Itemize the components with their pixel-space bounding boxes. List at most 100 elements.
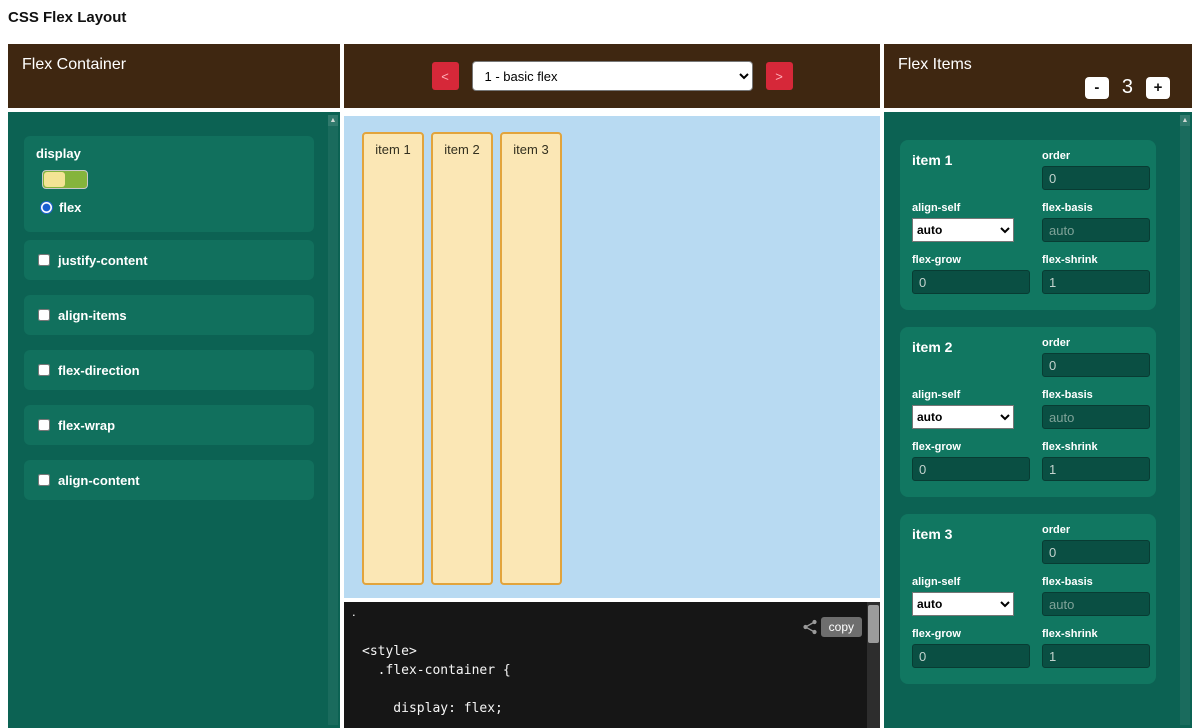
preview-panel: < 1 - basic flex > item 1 item 2 item 3 … bbox=[344, 44, 880, 728]
demo-item-3[interactable]: item 3 bbox=[500, 132, 562, 585]
page-title: CSS Flex Layout bbox=[8, 9, 126, 26]
share-icon[interactable] bbox=[802, 619, 818, 635]
example-nav: < 1 - basic flex > bbox=[344, 61, 880, 91]
order-label: order bbox=[1042, 524, 1150, 536]
flex-items-title: Flex Items bbox=[898, 56, 972, 74]
align-self-select[interactable]: auto bbox=[912, 405, 1014, 429]
align-self-label: align-self bbox=[912, 389, 1030, 401]
demo-item-1[interactable]: item 1 bbox=[362, 132, 424, 585]
flex-shrink-input[interactable] bbox=[1042, 270, 1150, 294]
flex-grow-label: flex-grow bbox=[912, 254, 1030, 266]
flex-wrap-row: flex-wrap bbox=[24, 405, 314, 445]
order-input[interactable] bbox=[1042, 353, 1150, 377]
align-items-panel: align-items bbox=[24, 295, 314, 335]
display-flex-radio[interactable] bbox=[40, 201, 53, 214]
display-toggle-knob bbox=[44, 172, 65, 187]
flex-direction-checkbox[interactable] bbox=[38, 364, 50, 376]
align-self-select[interactable]: auto bbox=[912, 592, 1014, 616]
flex-wrap-checkbox[interactable] bbox=[38, 419, 50, 431]
copy-button[interactable]: copy bbox=[821, 617, 862, 637]
prev-example-button[interactable]: < bbox=[432, 62, 459, 90]
order-field: order bbox=[1042, 150, 1150, 190]
app-window: CSS Flex Layout Flex Container display f… bbox=[0, 0, 1199, 728]
flex-grow-field: flex-grow bbox=[912, 628, 1030, 668]
code-scrollbar-thumb[interactable] bbox=[868, 605, 879, 643]
scroll-up-icon[interactable]: ▲ bbox=[1180, 115, 1190, 126]
order-field: order bbox=[1042, 337, 1150, 377]
align-content-checkbox[interactable] bbox=[38, 474, 50, 486]
align-self-field: align-self auto bbox=[912, 202, 1030, 242]
align-content-label: align-content bbox=[58, 473, 140, 488]
item-counter: - 3 + bbox=[1085, 76, 1170, 99]
flex-container-panel: Flex Container display flex justify-cont… bbox=[8, 44, 340, 728]
flex-items-header: Flex Items - 3 + bbox=[884, 44, 1192, 108]
align-content-panel: align-content bbox=[24, 460, 314, 500]
flex-grow-field: flex-grow bbox=[912, 254, 1030, 294]
flex-shrink-label: flex-shrink bbox=[1042, 254, 1150, 266]
flex-shrink-field: flex-shrink bbox=[1042, 254, 1150, 294]
display-label: display bbox=[24, 136, 314, 161]
display-flex-radio-label: flex bbox=[59, 200, 81, 215]
align-self-label: align-self bbox=[912, 202, 1030, 214]
demo-item-2[interactable]: item 2 bbox=[431, 132, 493, 585]
align-items-label: align-items bbox=[58, 308, 127, 323]
code-scrollbar[interactable] bbox=[867, 602, 880, 728]
item-card-3: item 3 order align-self auto flex-basis bbox=[900, 514, 1156, 684]
display-toggle[interactable] bbox=[42, 170, 88, 189]
flex-direction-row: flex-direction bbox=[24, 350, 314, 390]
flex-basis-label: flex-basis bbox=[1042, 389, 1150, 401]
flex-container-title: Flex Container bbox=[22, 56, 126, 74]
justify-content-row: justify-content bbox=[24, 240, 314, 280]
item-count: 3 bbox=[1122, 76, 1133, 99]
flex-grow-input[interactable] bbox=[912, 270, 1030, 294]
justify-content-label: justify-content bbox=[58, 253, 148, 268]
flex-wrap-panel: flex-wrap bbox=[24, 405, 314, 445]
flex-grow-label: flex-grow bbox=[912, 628, 1030, 640]
right-scrollbar[interactable]: ▲ bbox=[1180, 115, 1190, 725]
align-self-field: align-self auto bbox=[912, 389, 1030, 429]
flex-basis-label: flex-basis bbox=[1042, 202, 1150, 214]
code-line: display: flex; bbox=[362, 699, 858, 718]
align-items-row: align-items bbox=[24, 295, 314, 335]
align-self-label: align-self bbox=[912, 576, 1030, 588]
item-card-title: item 1 bbox=[912, 150, 1030, 190]
item-card-title: item 2 bbox=[912, 337, 1030, 377]
flex-demo-container: item 1 item 2 item 3 bbox=[344, 116, 880, 598]
align-content-row: align-content bbox=[24, 460, 314, 500]
flex-basis-input[interactable] bbox=[1042, 592, 1150, 616]
scroll-up-icon[interactable]: ▲ bbox=[328, 115, 338, 126]
left-scrollbar[interactable]: ▲ bbox=[328, 115, 338, 725]
flex-shrink-input[interactable] bbox=[1042, 457, 1150, 481]
order-input[interactable] bbox=[1042, 540, 1150, 564]
flex-container-header: Flex Container bbox=[8, 44, 340, 108]
remove-item-button[interactable]: - bbox=[1085, 77, 1109, 99]
order-input[interactable] bbox=[1042, 166, 1150, 190]
item-card-title: item 3 bbox=[912, 524, 1030, 564]
flex-grow-input[interactable] bbox=[912, 457, 1030, 481]
order-field: order bbox=[1042, 524, 1150, 564]
flex-basis-field: flex-basis bbox=[1042, 576, 1150, 616]
align-self-select[interactable]: auto bbox=[912, 218, 1014, 242]
flex-direction-label: flex-direction bbox=[58, 363, 140, 378]
code-block: <style> .flex-container { display: flex; bbox=[362, 642, 858, 718]
code-line bbox=[362, 680, 858, 699]
flex-basis-field: flex-basis bbox=[1042, 202, 1150, 242]
add-item-button[interactable]: + bbox=[1146, 77, 1170, 99]
flex-basis-input[interactable] bbox=[1042, 218, 1150, 242]
align-items-checkbox[interactable] bbox=[38, 309, 50, 321]
flex-grow-label: flex-grow bbox=[912, 441, 1030, 453]
flex-basis-field: flex-basis bbox=[1042, 389, 1150, 429]
flex-basis-input[interactable] bbox=[1042, 405, 1150, 429]
preview-header: < 1 - basic flex > bbox=[344, 44, 880, 108]
justify-content-checkbox[interactable] bbox=[38, 254, 50, 266]
flex-shrink-field: flex-shrink bbox=[1042, 628, 1150, 668]
next-example-button[interactable]: > bbox=[766, 62, 793, 90]
example-select[interactable]: 1 - basic flex bbox=[472, 61, 753, 91]
flex-shrink-input[interactable] bbox=[1042, 644, 1150, 668]
flex-items-panel: Flex Items - 3 + item 1 order align-self bbox=[884, 44, 1192, 728]
flex-items-body: item 1 order align-self auto flex-basis bbox=[884, 112, 1192, 728]
order-label: order bbox=[1042, 150, 1150, 162]
flex-grow-input[interactable] bbox=[912, 644, 1030, 668]
flex-shrink-label: flex-shrink bbox=[1042, 628, 1150, 640]
flex-direction-panel: flex-direction bbox=[24, 350, 314, 390]
